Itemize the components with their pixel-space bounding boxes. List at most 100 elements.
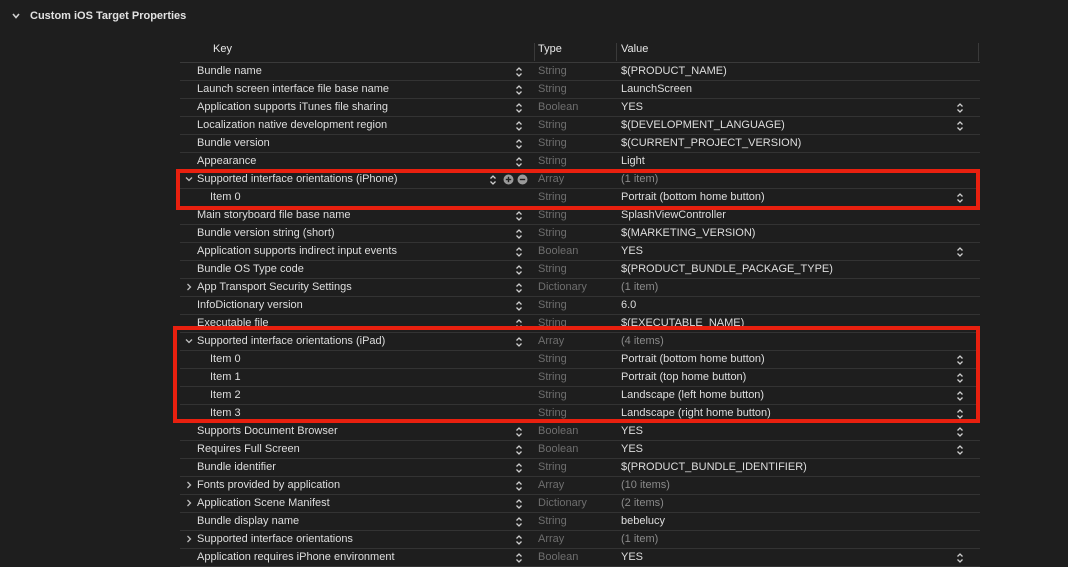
row-key[interactable]: Item 2 bbox=[210, 389, 241, 401]
key-stepper-icon[interactable] bbox=[515, 336, 523, 348]
row-key[interactable]: App Transport Security Settings bbox=[197, 281, 352, 293]
row-value[interactable]: LaunchScreen bbox=[621, 83, 692, 95]
column-divider[interactable] bbox=[978, 43, 979, 61]
row-key[interactable]: Bundle name bbox=[197, 65, 262, 77]
row-value[interactable]: YES bbox=[621, 101, 643, 113]
table-row[interactable]: Application supports iTunes file sharing… bbox=[180, 99, 980, 117]
table-row[interactable]: Bundle name String $(PRODUCT_NAME) bbox=[180, 63, 980, 81]
row-key[interactable]: Supported interface orientations (iPad) bbox=[197, 335, 385, 347]
row-value[interactable]: (1 item) bbox=[621, 173, 658, 185]
chevron-down-icon[interactable] bbox=[11, 11, 21, 21]
table-row[interactable]: Supported interface orientations Array (1 … bbox=[180, 531, 980, 549]
table-row[interactable]: Item 3 String Landscape (right home button… bbox=[180, 405, 980, 423]
row-key[interactable]: InfoDictionary version bbox=[197, 299, 303, 311]
row-value[interactable]: YES bbox=[621, 443, 643, 455]
table-row[interactable]: Launch screen interface file base name St… bbox=[180, 81, 980, 99]
row-value[interactable]: (1 item) bbox=[621, 281, 658, 293]
table-row[interactable]: InfoDictionary version String 6.0 bbox=[180, 297, 980, 315]
row-key[interactable]: Bundle version bbox=[197, 137, 270, 149]
row-value[interactable]: $(PRODUCT_BUNDLE_IDENTIFIER) bbox=[621, 461, 807, 473]
row-key[interactable]: Item 0 bbox=[210, 353, 241, 365]
row-key[interactable]: Requires Full Screen bbox=[197, 443, 300, 455]
table-row[interactable]: Item 1 String Portrait (top home button) bbox=[180, 369, 980, 387]
key-stepper-icon[interactable] bbox=[515, 84, 523, 96]
table-row[interactable]: Main storyboard file base name String Spla… bbox=[180, 207, 980, 225]
key-stepper-icon[interactable] bbox=[515, 156, 523, 168]
row-value[interactable]: YES bbox=[621, 425, 643, 437]
disclosure-collapsed-icon[interactable] bbox=[184, 480, 194, 490]
row-key[interactable]: Bundle display name bbox=[197, 515, 299, 527]
row-value[interactable]: $(DEVELOPMENT_LANGUAGE) bbox=[621, 119, 785, 131]
row-key[interactable]: Application Scene Manifest bbox=[197, 497, 330, 509]
value-popup-icon[interactable] bbox=[956, 444, 964, 456]
key-stepper-icon[interactable] bbox=[515, 282, 523, 294]
row-key[interactable]: Bundle version string (short) bbox=[197, 227, 335, 239]
table-row[interactable]: Item 0 String Portrait (bottom home button… bbox=[180, 189, 980, 207]
value-popup-icon[interactable] bbox=[956, 120, 964, 132]
row-key[interactable]: Item 3 bbox=[210, 407, 241, 419]
key-stepper-icon[interactable] bbox=[515, 480, 523, 492]
row-key[interactable]: Bundle identifier bbox=[197, 461, 276, 473]
row-value[interactable]: Portrait (bottom home button) bbox=[621, 191, 765, 203]
key-stepper-icon[interactable] bbox=[515, 228, 523, 240]
table-row[interactable]: Bundle OS Type code String $(PRODUCT_BUNDL… bbox=[180, 261, 980, 279]
key-stepper-icon[interactable] bbox=[515, 102, 523, 114]
row-key[interactable]: Application supports indirect input even… bbox=[197, 245, 397, 257]
column-header-value[interactable]: Value bbox=[621, 43, 648, 55]
column-divider[interactable] bbox=[616, 43, 617, 61]
row-key[interactable]: Appearance bbox=[197, 155, 256, 167]
column-header-type[interactable]: Type bbox=[538, 43, 562, 55]
key-stepper-icon[interactable] bbox=[515, 462, 523, 474]
key-stepper-icon[interactable] bbox=[515, 318, 523, 330]
disclosure-expanded-icon[interactable] bbox=[184, 336, 194, 346]
table-row[interactable]: Appearance String Light bbox=[180, 153, 980, 171]
row-value[interactable]: 6.0 bbox=[621, 299, 636, 311]
key-stepper-icon[interactable] bbox=[515, 534, 523, 546]
row-key[interactable]: Application requires iPhone environment bbox=[197, 551, 395, 563]
row-key[interactable]: Main storyboard file base name bbox=[197, 209, 350, 221]
key-stepper-icon[interactable] bbox=[515, 138, 523, 150]
table-row[interactable]: Bundle identifier String $(PRODUCT_BUNDLE_… bbox=[180, 459, 980, 477]
table-row[interactable]: Bundle version string (short) String $(MAR… bbox=[180, 225, 980, 243]
row-key[interactable]: Application supports iTunes file sharing bbox=[197, 101, 388, 113]
row-value[interactable]: YES bbox=[621, 245, 643, 257]
table-row[interactable]: Supported interface orientations (iPhone… bbox=[180, 171, 980, 189]
row-key[interactable]: Supports Document Browser bbox=[197, 425, 338, 437]
remove-item-icon[interactable] bbox=[517, 174, 528, 185]
row-value[interactable]: $(CURRENT_PROJECT_VERSION) bbox=[621, 137, 801, 149]
table-row[interactable]: Item 0 String Portrait (bottom home button… bbox=[180, 351, 980, 369]
row-value[interactable]: Portrait (top home button) bbox=[621, 371, 746, 383]
table-row[interactable]: Item 2 String Landscape (left home button) bbox=[180, 387, 980, 405]
table-row[interactable]: Localization native development region St… bbox=[180, 117, 980, 135]
row-key[interactable]: Localization native development region bbox=[197, 119, 387, 131]
row-value[interactable]: Landscape (right home button) bbox=[621, 407, 771, 419]
row-value[interactable]: $(PRODUCT_NAME) bbox=[621, 65, 727, 77]
add-item-icon[interactable] bbox=[503, 174, 514, 185]
disclosure-collapsed-icon[interactable] bbox=[184, 498, 194, 508]
column-divider[interactable] bbox=[534, 43, 535, 61]
row-value[interactable]: (1 item) bbox=[621, 533, 658, 545]
row-key[interactable]: Executable file bbox=[197, 317, 269, 329]
key-stepper-icon[interactable] bbox=[515, 498, 523, 510]
key-stepper-icon[interactable] bbox=[515, 300, 523, 312]
table-row[interactable]: Supported interface orientations (iPad) A… bbox=[180, 333, 980, 351]
table-row[interactable]: Fonts provided by application Array (10 it… bbox=[180, 477, 980, 495]
value-popup-icon[interactable] bbox=[956, 102, 964, 114]
row-value[interactable]: $(MARKETING_VERSION) bbox=[621, 227, 755, 239]
column-header-key[interactable]: Key bbox=[213, 43, 232, 55]
section-header[interactable]: Custom iOS Target Properties bbox=[0, 0, 1068, 34]
key-stepper-icon[interactable] bbox=[515, 246, 523, 258]
table-row[interactable]: Executable file String $(EXECUTABLE_NAME) bbox=[180, 315, 980, 333]
row-value[interactable]: bebelucy bbox=[621, 515, 665, 527]
table-row[interactable]: App Transport Security Settings Dictionar… bbox=[180, 279, 980, 297]
table-row[interactable]: Bundle display name String bebelucy bbox=[180, 513, 980, 531]
key-stepper-icon[interactable] bbox=[515, 66, 523, 78]
disclosure-expanded-icon[interactable] bbox=[184, 174, 194, 184]
row-value[interactable]: $(PRODUCT_BUNDLE_PACKAGE_TYPE) bbox=[621, 263, 833, 275]
row-value[interactable]: (10 items) bbox=[621, 479, 670, 491]
table-row[interactable]: Supports Document Browser Boolean YES bbox=[180, 423, 980, 441]
row-value[interactable]: Portrait (bottom home button) bbox=[621, 353, 765, 365]
value-popup-icon[interactable] bbox=[956, 372, 964, 384]
row-key[interactable]: Supported interface orientations (iPhone… bbox=[197, 173, 398, 185]
row-value[interactable]: Landscape (left home button) bbox=[621, 389, 764, 401]
